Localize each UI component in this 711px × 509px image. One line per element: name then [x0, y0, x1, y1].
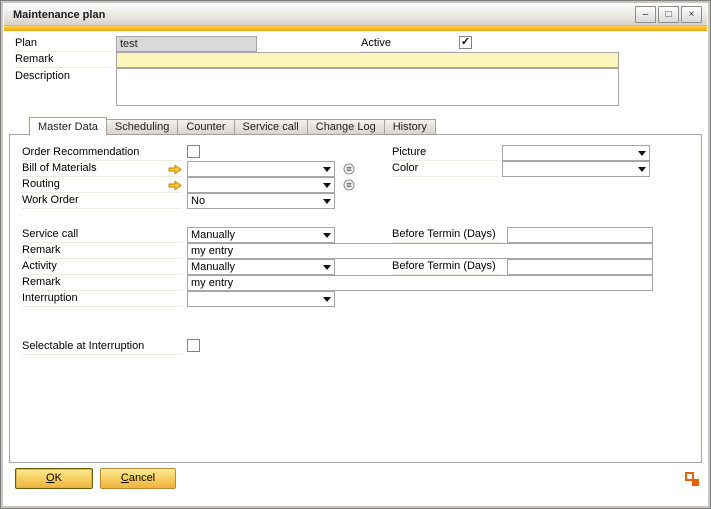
dropdown-arrow-icon[interactable] — [635, 146, 649, 160]
dropdown-arrow-icon[interactable] — [320, 292, 334, 306]
ok-button[interactable]: OK — [15, 468, 93, 489]
description-label: Description — [15, 70, 113, 85]
tab-master-data[interactable]: Master Data — [29, 117, 107, 136]
dropdown-arrow-icon[interactable] — [320, 178, 334, 192]
close-icon: × — [689, 9, 695, 20]
title-bar: Maintenance plan – □ × — [4, 4, 707, 26]
form-mode-filled-square — [692, 479, 699, 486]
bill-of-materials-label: Bill of Materials — [22, 162, 182, 177]
before-termin-days-label: Before Termin (Days) — [392, 228, 502, 243]
before-termin-days-service-input[interactable] — [507, 227, 653, 243]
tab-service-call[interactable]: Service call — [234, 119, 308, 135]
activity-remark-label: Remark — [22, 276, 182, 291]
picture-label: Picture — [392, 146, 498, 161]
tab-strip: Master Data Scheduling Counter Service c… — [29, 117, 435, 135]
color-label: Color — [392, 162, 498, 177]
service-remark-input[interactable] — [187, 243, 653, 259]
close-button[interactable]: × — [681, 6, 702, 23]
dropdown-arrow-icon[interactable] — [320, 194, 334, 208]
active-checkbox[interactable]: ✓ — [459, 36, 472, 49]
work-order-value: No — [191, 195, 205, 207]
bill-of-materials-dropdown[interactable] — [187, 161, 335, 177]
selectable-at-interruption-label: Selectable at Interruption — [22, 340, 182, 355]
description-field[interactable] — [116, 68, 619, 106]
interruption-dropdown[interactable] — [187, 291, 335, 307]
before-termin-days-label: Before Termin (Days) — [392, 260, 502, 275]
minimize-icon: – — [643, 9, 649, 20]
order-recommendation-checkbox[interactable] — [187, 145, 200, 158]
plan-label: Plan — [15, 37, 113, 52]
selectable-at-interruption-checkbox[interactable] — [187, 339, 200, 352]
service-call-value: Manually — [191, 229, 235, 241]
remark-label: Remark — [15, 53, 113, 68]
work-order-dropdown[interactable]: No — [187, 193, 335, 209]
minimize-button[interactable]: – — [635, 6, 656, 23]
dropdown-arrow-icon[interactable] — [320, 260, 334, 274]
routing-label: Routing — [22, 178, 182, 193]
cancel-button[interactable]: Cancel — [100, 468, 176, 489]
service-call-label: Service call — [22, 228, 182, 243]
cancel-button-label: Cancel — [101, 469, 175, 488]
remark-field[interactable] — [116, 52, 619, 68]
tab-change-log[interactable]: Change Log — [307, 119, 385, 135]
link-arrow-icon[interactable] — [168, 180, 182, 191]
choose-from-list-icon[interactable] — [343, 163, 355, 175]
tab-history[interactable]: History — [384, 119, 436, 135]
plan-field — [116, 36, 257, 52]
service-remark-label: Remark — [22, 244, 182, 259]
dropdown-arrow-icon[interactable] — [635, 162, 649, 176]
maximize-icon: □ — [665, 9, 671, 20]
dropdown-arrow-icon[interactable] — [320, 162, 334, 176]
interruption-label: Interruption — [22, 292, 182, 307]
choose-from-list-icon[interactable] — [343, 179, 355, 191]
service-call-dropdown[interactable]: Manually — [187, 227, 335, 243]
ok-button-label: OK — [16, 469, 92, 488]
master-data-panel: Order Recommendation Picture Bill of Mat… — [9, 134, 702, 463]
picture-dropdown[interactable] — [502, 145, 650, 161]
window-title: Maintenance plan — [13, 9, 105, 21]
routing-dropdown[interactable] — [187, 177, 335, 193]
dropdown-arrow-icon[interactable] — [320, 228, 334, 242]
maintenance-plan-window: Maintenance plan – □ × Plan Active ✓ Rem… — [0, 0, 711, 509]
activity-label: Activity — [22, 260, 182, 275]
color-dropdown[interactable] — [502, 161, 650, 177]
active-label: Active — [361, 37, 456, 52]
order-recommendation-label: Order Recommendation — [22, 146, 182, 161]
activity-dropdown[interactable]: Manually — [187, 259, 335, 275]
tab-scheduling[interactable]: Scheduling — [106, 119, 178, 135]
activity-value: Manually — [191, 261, 235, 273]
maximize-button[interactable]: □ — [658, 6, 679, 23]
checkmark-glyph: ✓ — [460, 37, 471, 48]
link-arrow-icon[interactable] — [168, 164, 182, 175]
form-mode-icon[interactable] — [685, 472, 699, 486]
work-order-label: Work Order — [22, 194, 182, 209]
activity-remark-input[interactable] — [187, 275, 653, 291]
window-controls: – □ × — [635, 6, 702, 23]
accent-bar — [4, 26, 707, 31]
before-termin-days-activity-input[interactable] — [507, 259, 653, 275]
tab-counter[interactable]: Counter — [177, 119, 234, 135]
